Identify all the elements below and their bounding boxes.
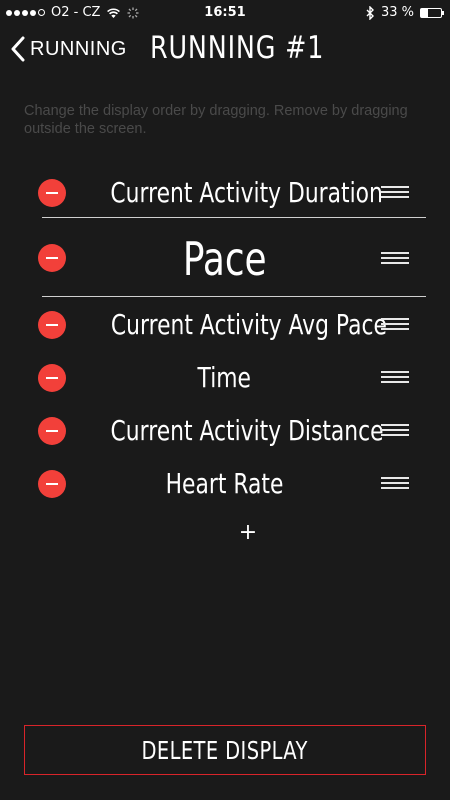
field-label: Current Activity Duration bbox=[110, 176, 383, 209]
drag-handle-icon[interactable] bbox=[381, 477, 409, 489]
delete-display-button[interactable]: DELETE DISPLAY bbox=[24, 725, 426, 775]
field-label: Time bbox=[197, 361, 252, 394]
field-label: Current Activity Avg Pace bbox=[110, 308, 387, 341]
field-row[interactable]: Heart Rate bbox=[0, 467, 450, 501]
drag-handle-icon[interactable] bbox=[381, 186, 409, 198]
remove-field-button[interactable] bbox=[38, 364, 66, 392]
delete-display-label: DELETE DISPLAY bbox=[141, 735, 309, 765]
drag-handle-icon[interactable] bbox=[381, 371, 409, 383]
field-label: Current Activity Distance bbox=[110, 414, 384, 447]
add-field-button[interactable]: + bbox=[235, 520, 261, 546]
divider bbox=[42, 217, 426, 218]
drag-handle-icon[interactable] bbox=[381, 252, 409, 264]
field-label: Heart Rate bbox=[165, 467, 284, 500]
drag-handle-icon[interactable] bbox=[381, 318, 409, 330]
field-row[interactable]: Current Activity Distance bbox=[0, 414, 450, 448]
divider bbox=[42, 296, 426, 297]
remove-field-button[interactable] bbox=[38, 417, 66, 445]
field-row[interactable]: Time bbox=[0, 361, 450, 395]
field-label: Pace bbox=[182, 232, 267, 286]
fields-list: Current Activity Duration Pace Current A… bbox=[0, 0, 450, 560]
remove-field-button[interactable] bbox=[38, 244, 66, 272]
field-row[interactable]: Current Activity Avg Pace bbox=[0, 308, 450, 342]
field-row[interactable]: Pace bbox=[0, 232, 450, 286]
remove-field-button[interactable] bbox=[38, 179, 66, 207]
drag-handle-icon[interactable] bbox=[381, 424, 409, 436]
field-row[interactable]: Current Activity Duration bbox=[0, 176, 450, 210]
remove-field-button[interactable] bbox=[38, 470, 66, 498]
remove-field-button[interactable] bbox=[38, 311, 66, 339]
